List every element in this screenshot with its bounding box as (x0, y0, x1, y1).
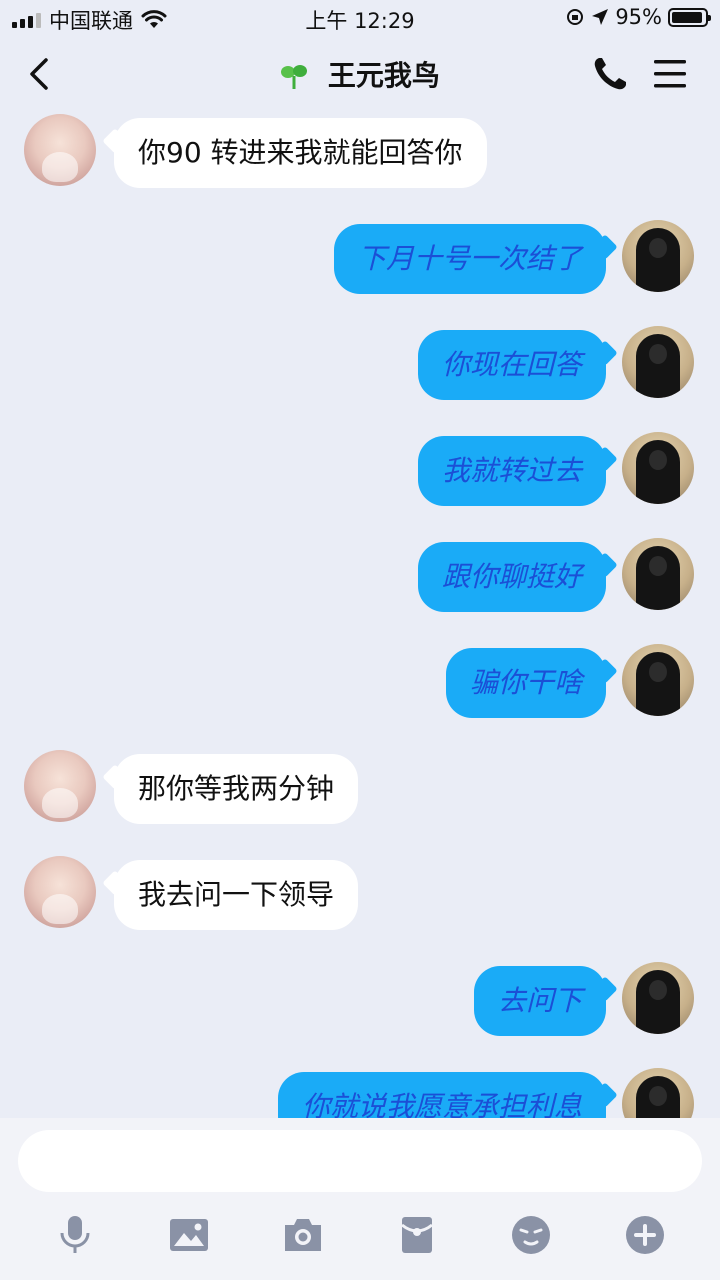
chat-header: 王元我鸟 (0, 40, 720, 106)
message-row: 那你等我两分钟 (0, 750, 720, 830)
status-bar: 中国联通 上午 12:29 95% (0, 0, 720, 36)
message-row: 我去问一下领导 (0, 856, 720, 936)
message-row: 骗你干啥 (0, 644, 720, 724)
message-row: 去问下 (0, 962, 720, 1042)
my-avatar[interactable] (622, 220, 694, 292)
message-row: 下月十号一次结了 (0, 220, 720, 300)
message-row: 你现在回答 (0, 326, 720, 406)
menu-icon[interactable] (652, 56, 688, 92)
message-row: 你90 转进来我就能回答你 (0, 114, 720, 194)
toolbar (0, 1213, 720, 1257)
contact-avatar[interactable] (24, 750, 96, 822)
status-right: 95% (565, 5, 711, 29)
red-packet-icon[interactable] (395, 1213, 439, 1257)
message-bubble-outgoing[interactable]: 下月十号一次结了 (333, 224, 606, 294)
contact-name: 王元我鸟 (327, 59, 440, 92)
battery-fill (672, 11, 703, 23)
message-input[interactable] (18, 1130, 702, 1192)
orientation-lock-icon (567, 9, 584, 25)
contact-avatar[interactable] (24, 856, 96, 928)
battery-percent: 95% (615, 5, 662, 29)
message-bubble-outgoing[interactable]: 你就说我愿意承担利息 (277, 1072, 606, 1118)
message-row: 我就转过去 (0, 432, 720, 512)
my-avatar[interactable] (622, 644, 694, 716)
message-row: 跟你聊挺好 (0, 538, 720, 618)
image-icon[interactable] (167, 1213, 211, 1257)
my-avatar[interactable] (622, 962, 694, 1034)
my-avatar[interactable] (622, 538, 694, 610)
message-bubble-outgoing[interactable]: 跟你聊挺好 (417, 542, 606, 612)
message-bubble-incoming[interactable]: 那你等我两分钟 (114, 754, 359, 824)
message-bubble-incoming[interactable]: 你90 转进来我就能回答你 (114, 118, 487, 188)
sprout-icon (281, 65, 308, 89)
microphone-icon[interactable] (53, 1213, 97, 1257)
message-bubble-outgoing[interactable]: 我就转过去 (417, 436, 606, 506)
phone-icon[interactable] (590, 54, 630, 94)
message-bubble-outgoing[interactable]: 骗你干啥 (445, 648, 606, 718)
message-bubble-outgoing[interactable]: 去问下 (473, 966, 606, 1036)
message-bubble-incoming[interactable]: 我去问一下领导 (114, 860, 359, 930)
plus-icon[interactable] (623, 1213, 667, 1257)
my-avatar[interactable] (622, 1068, 694, 1118)
message-row: 你就说我愿意承担利息 (0, 1068, 720, 1118)
input-bar (0, 1118, 720, 1280)
message-list[interactable]: 你90 转进来我就能回答你 下月十号一次结了 你现在回答 我就转过去 跟你聊挺好… (0, 106, 720, 1118)
my-avatar[interactable] (622, 326, 694, 398)
my-avatar[interactable] (622, 432, 694, 504)
battery-icon (668, 7, 711, 27)
message-bubble-outgoing[interactable]: 你现在回答 (417, 330, 606, 400)
contact-avatar[interactable] (24, 114, 96, 186)
camera-icon[interactable] (281, 1213, 325, 1257)
location-icon (592, 9, 609, 25)
emoji-icon[interactable] (509, 1213, 553, 1257)
